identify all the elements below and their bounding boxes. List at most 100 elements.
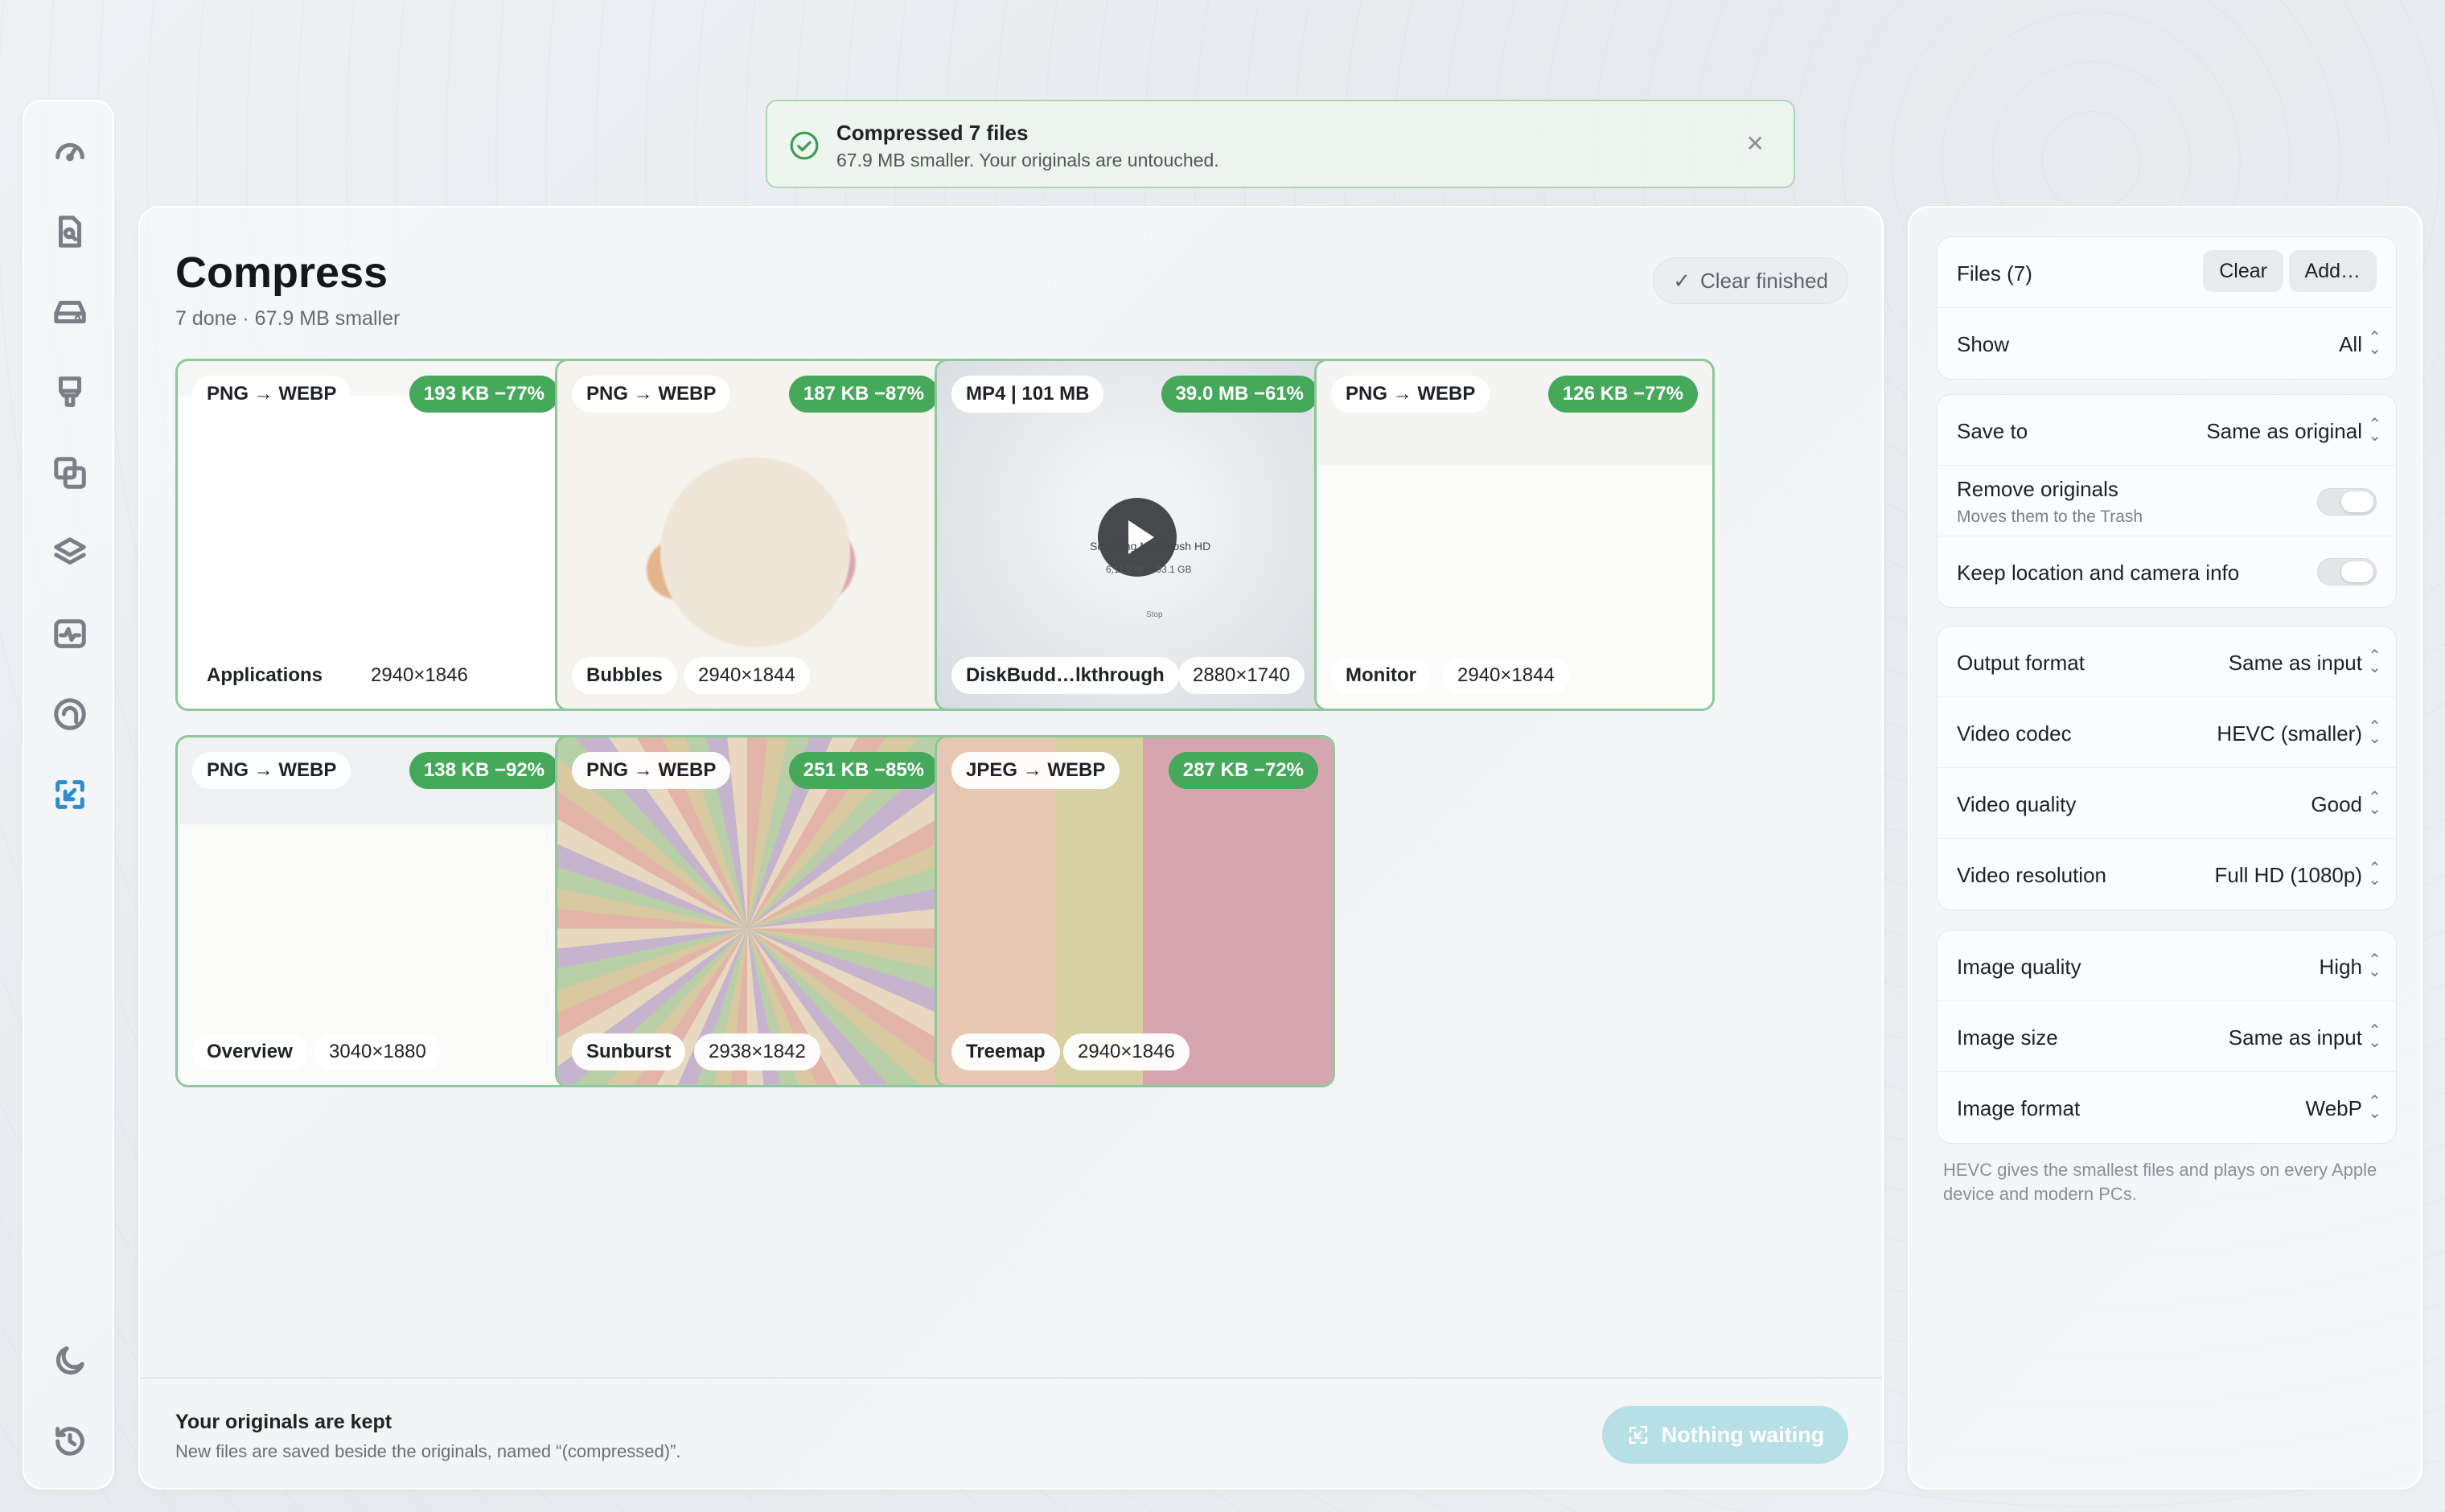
- conversion-badge: PNG → WEBP: [572, 376, 731, 413]
- disk-icon[interactable]: [46, 288, 94, 336]
- file-card[interactable]: JPEG → WEBP 287 KB −72% Treemap 2940×1846: [935, 735, 1335, 1087]
- check-circle-icon: [790, 131, 819, 160]
- result-badge: 39.0 MB −61%: [1161, 376, 1318, 413]
- dimensions-badge: 2880×1740: [1178, 657, 1305, 694]
- keep-location-row: Keep location and camera info: [1938, 536, 2396, 607]
- file-name-badge: DiskBudd…lkthrough: [951, 657, 1179, 694]
- document-search-icon[interactable]: [46, 207, 94, 256]
- file-card[interactable]: MP4 | 101 MB 39.0 MB −61% DiskBudd…lkthrou…: [935, 359, 1335, 711]
- page-title: Compress: [175, 249, 388, 297]
- file-name-badge: Treemap: [951, 1033, 1060, 1070]
- result-badge: 126 KB −77%: [1547, 376, 1698, 413]
- conversion-badge: JPEG → WEBP: [951, 752, 1120, 789]
- video-codec-select[interactable]: Video codec HEVC (smaller) ⌃ ⌄: [1938, 697, 2396, 768]
- conversion-badge: PNG → WEBP: [572, 752, 731, 789]
- toast-title: Compressed 7 files: [836, 121, 1029, 145]
- remove-originals-toggle[interactable]: [2317, 488, 2377, 516]
- file-name-badge: Applications: [192, 657, 338, 694]
- video-codec-label: Video codec: [1957, 721, 2072, 746]
- dimensions-badge: 2938×1842: [694, 1033, 820, 1070]
- clear-finished-button[interactable]: ✓ Clear finished: [1653, 257, 1848, 304]
- keep-location-label: Keep location and camera info: [1957, 561, 2240, 585]
- compress-icon: [1629, 1425, 1648, 1444]
- app-icon[interactable]: [46, 690, 94, 738]
- video-resolution-select[interactable]: Video resolution Full HD (1080p) ⌃ ⌄: [1938, 839, 2396, 910]
- chevron-updown-icon: ⌃ ⌄: [2368, 416, 2381, 445]
- save-to-select[interactable]: Save to Same as original ⌃ ⌄: [1938, 395, 2396, 466]
- video-quality-select[interactable]: Video quality Good ⌃ ⌄: [1938, 768, 2396, 839]
- output-format-value: Same as input: [2228, 651, 2362, 675]
- chevron-updown-icon: ⌃ ⌄: [2368, 1093, 2381, 1122]
- save-group: Save to Same as original ⌃ ⌄ Remove origi…: [1937, 394, 2397, 608]
- cleanup-icon[interactable]: [46, 368, 94, 417]
- show-select[interactable]: Show All ⌃ ⌄: [1938, 308, 2396, 379]
- nothing-waiting-label: Nothing waiting: [1661, 1422, 1825, 1447]
- close-icon[interactable]: ✕: [1746, 130, 1765, 157]
- add-button[interactable]: Add…: [2288, 250, 2377, 292]
- dimensions-badge: 2940×1846: [1063, 1033, 1190, 1070]
- image-size-label: Image size: [1957, 1025, 2058, 1050]
- files-row: Files (7) Clear Add…: [1938, 237, 2396, 308]
- clear-finished-label: Clear finished: [1700, 268, 1828, 293]
- checkmark-icon: ✓: [1673, 268, 1691, 293]
- save-to-label: Save to: [1957, 419, 2028, 443]
- files-group: Files (7) Clear Add… Show All ⌃ ⌄: [1937, 236, 2397, 380]
- compress-icon[interactable]: [46, 770, 94, 819]
- file-name-badge: Sunburst: [572, 1033, 686, 1070]
- moon-icon[interactable]: [46, 1337, 94, 1385]
- file-card[interactable]: PNG → WEBP 126 KB −77% Monitor 2940×1844: [1314, 359, 1715, 711]
- chevron-updown-icon: ⌃ ⌄: [2368, 647, 2381, 676]
- page-subtitle: 7 done · 67.9 MB smaller: [175, 307, 401, 330]
- output-format-select[interactable]: Output format Same as input ⌃ ⌄: [1938, 627, 2396, 697]
- result-badge: 193 KB −77%: [409, 376, 559, 413]
- file-card[interactable]: PNG → WEBP 251 KB −85% Sunburst 2938×1842: [555, 735, 955, 1087]
- chevron-updown-icon: ⌃ ⌄: [2368, 789, 2381, 818]
- conversion-badge: PNG → WEBP: [192, 376, 351, 413]
- chevron-updown-icon: ⌃ ⌄: [2368, 718, 2381, 747]
- clear-button[interactable]: Clear: [2203, 250, 2283, 292]
- result-badge: 187 KB −87%: [788, 376, 939, 413]
- file-card[interactable]: PNG → WEBP 138 KB −92% Overview 3040×1880: [175, 735, 576, 1087]
- codec-note: HEVC gives the smallest files and plays …: [1943, 1160, 2377, 1204]
- output-format-label: Output format: [1957, 651, 2085, 675]
- chevron-updown-icon: ⌃ ⌄: [2368, 329, 2381, 358]
- history-icon[interactable]: [46, 1417, 94, 1465]
- image-size-value: Same as input: [2228, 1025, 2362, 1050]
- compress-main-panel: Compress 7 done · 67.9 MB smaller ✓ Clear…: [138, 206, 1884, 1489]
- keep-location-toggle[interactable]: [2317, 558, 2377, 585]
- file-name-badge: Bubbles: [572, 657, 677, 694]
- file-card[interactable]: PNG → WEBP 187 KB −87% Bubbles 2940×1844: [555, 359, 955, 711]
- image-quality-select[interactable]: Image quality High ⌃ ⌄: [1938, 931, 2396, 1001]
- toast-message: 67.9 MB smaller. Your originals are unto…: [836, 150, 1219, 171]
- footer-title: Your originals are kept: [175, 1411, 392, 1433]
- image-quality-label: Image quality: [1957, 955, 2081, 979]
- result-badge: 138 KB −92%: [409, 752, 559, 789]
- video-group: Output format Same as input ⌃ ⌄ Video cod…: [1937, 626, 2397, 910]
- dimensions-badge: 2940×1844: [684, 657, 810, 694]
- duplicates-icon[interactable]: [46, 449, 94, 497]
- success-toast: Compressed 7 files 67.9 MB smaller. Your…: [766, 100, 1795, 188]
- file-card[interactable]: PNG → WEBP 193 KB −77% Applications 2940×18…: [175, 359, 576, 711]
- save-to-value: Same as original: [2206, 419, 2362, 443]
- file-name-badge: Monitor: [1331, 657, 1431, 694]
- nothing-waiting-button[interactable]: Nothing waiting: [1602, 1406, 1848, 1464]
- conversion-badge: PNG → WEBP: [1331, 376, 1490, 413]
- image-format-select[interactable]: Image format WebP ⌃ ⌄: [1938, 1072, 2396, 1143]
- result-badge: 251 KB −85%: [788, 752, 939, 789]
- video-quality-label: Video quality: [1957, 792, 2077, 816]
- dimensions-badge: 3040×1880: [314, 1033, 441, 1070]
- image-group: Image quality High ⌃ ⌄ Image size Same as…: [1937, 930, 2397, 1144]
- gauge-icon[interactable]: [46, 127, 94, 175]
- video-overlay-stats: 6,11,270 93.1 GB: [1106, 564, 1192, 575]
- footer-subtitle: New files are saved beside the originals…: [175, 1441, 681, 1461]
- activity-icon[interactable]: [46, 610, 94, 658]
- image-format-value: WebP: [2305, 1096, 2362, 1120]
- image-size-select[interactable]: Image size Same as input ⌃ ⌄: [1938, 1001, 2396, 1072]
- video-overlay-stop: Stop: [1146, 610, 1163, 619]
- show-label: Show: [1957, 332, 2010, 356]
- video-quality-value: Good: [2311, 792, 2362, 816]
- layers-icon[interactable]: [46, 529, 94, 577]
- chevron-updown-icon: ⌃ ⌄: [2368, 1022, 2381, 1051]
- video-overlay-text: Scanning Macintosh HD: [1090, 540, 1211, 553]
- video-codec-value: HEVC (smaller): [2217, 721, 2362, 746]
